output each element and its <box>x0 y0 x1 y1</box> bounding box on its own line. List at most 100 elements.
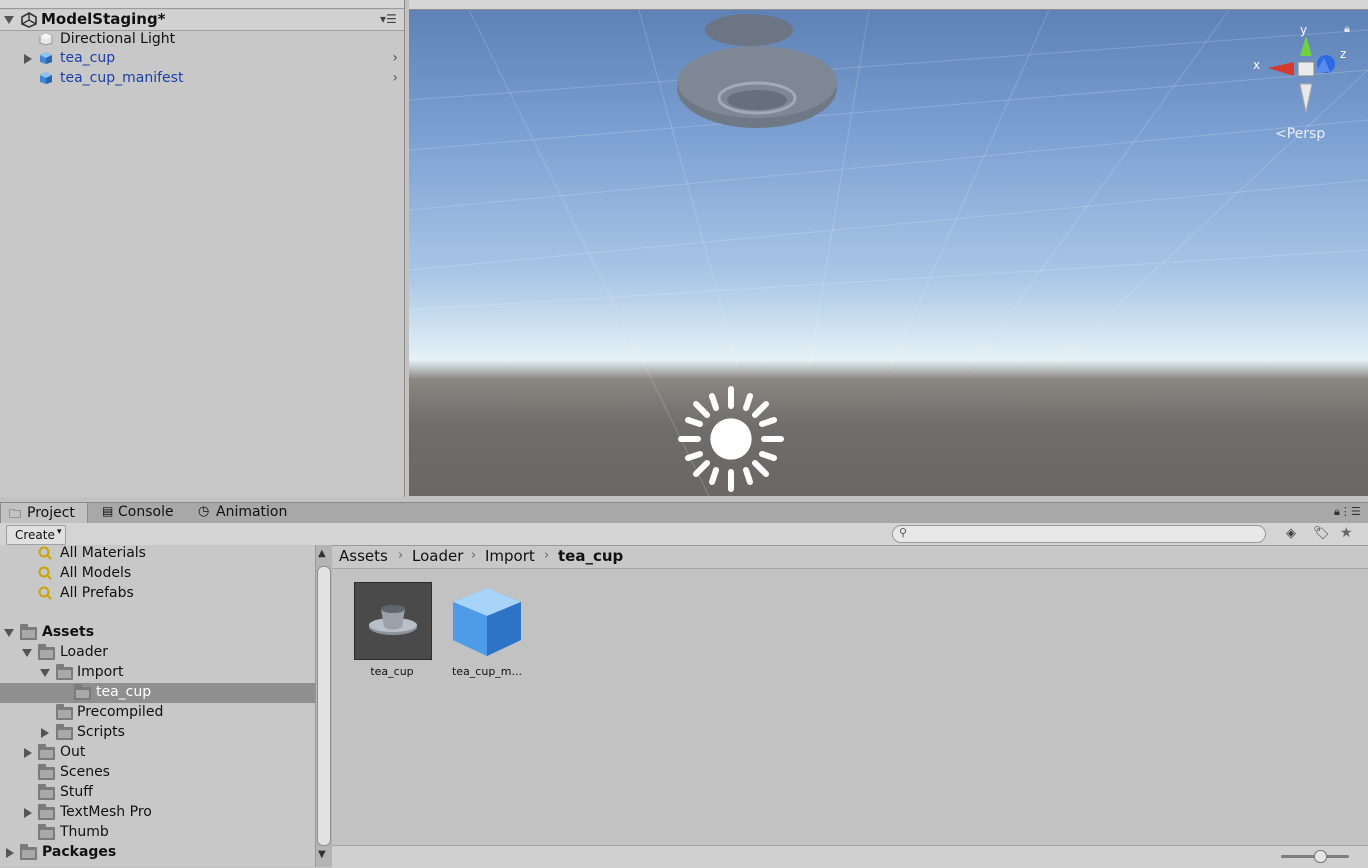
project-bottom-bar <box>332 845 1368 868</box>
tree-item-thumb[interactable]: Thumb <box>0 823 315 843</box>
favorite-all-models[interactable]: All Models <box>0 564 315 584</box>
tree-item-label: Scripts <box>77 724 125 740</box>
folder-icon <box>56 664 73 680</box>
tree-item-scripts[interactable]: Scripts <box>0 723 315 743</box>
prefab-asset-icon <box>453 588 521 656</box>
tree-item-packages[interactable]: Packages <box>0 843 315 863</box>
hierarchy-item-tea-cup-manifest[interactable]: tea_cup_manifest › <box>0 69 404 89</box>
prefab-cube-icon <box>40 52 52 64</box>
tree-item-stuff[interactable]: Stuff <box>0 783 315 803</box>
tab-label: Console <box>118 504 174 520</box>
scene-name: ModelStaging* <box>41 10 166 28</box>
scene-grid <box>409 10 1368 496</box>
tab-label: Animation <box>216 504 288 520</box>
gizmo-y-label: y <box>1300 23 1308 37</box>
search-icon: ⚲ <box>899 526 908 539</box>
folder-icon <box>38 824 55 840</box>
tree-item-precompiled[interactable]: Precompiled <box>0 703 315 723</box>
filter-by-label-icon[interactable]: 🏷︎ <box>1313 526 1330 541</box>
breadcrumb-import[interactable]: Import <box>485 547 535 565</box>
favorite-all-prefabs[interactable]: All Prefabs <box>0 584 315 604</box>
teacup-asset-icon <box>369 605 417 635</box>
breadcrumb-separator-icon: › <box>471 548 477 563</box>
tree-item-tea-cup[interactable]: tea_cup <box>0 683 315 703</box>
breadcrumb-separator-icon: › <box>398 548 404 563</box>
favorite-label: All Models <box>60 565 132 581</box>
chevron-right-icon[interactable]: › <box>392 70 398 86</box>
gizmo-x-label: x <box>1253 58 1261 72</box>
folder-icon <box>56 704 73 720</box>
tree-item-import[interactable]: Import <box>0 663 315 683</box>
expand-arrow-icon[interactable] <box>6 848 14 858</box>
tree-item-label: Precompiled <box>77 704 164 720</box>
folder-icon <box>20 624 37 640</box>
asset-tea-cup-manifest-thumbnail[interactable] <box>449 584 525 660</box>
tab-project[interactable]: 🗀︎ Project <box>0 502 88 524</box>
icon-size-slider-handle[interactable] <box>1314 850 1327 863</box>
breadcrumb-assets[interactable]: Assets <box>339 547 388 565</box>
expand-arrow-icon[interactable] <box>41 728 49 738</box>
tree-item-textmesh-pro[interactable]: TextMesh Pro <box>0 803 315 823</box>
hierarchy-item-tea-cup[interactable]: tea_cup › <box>0 49 404 69</box>
projection-label[interactable]: <Persp <box>1275 126 1325 142</box>
breadcrumb-tea-cup[interactable]: tea_cup <box>558 547 623 565</box>
tree-item-scenes[interactable]: Scenes <box>0 763 315 783</box>
expand-arrow-icon[interactable] <box>24 808 32 818</box>
folder-icon <box>38 764 55 780</box>
directional-light-icon[interactable] <box>676 384 786 494</box>
tree-item-out[interactable]: Out <box>0 743 315 763</box>
favorite-label: All Materials <box>60 545 146 561</box>
favorites-star-icon[interactable]: ★ <box>1340 525 1353 541</box>
scrollbar-thumb[interactable] <box>317 566 331 846</box>
expand-arrow-icon[interactable] <box>40 669 50 677</box>
teacup-model <box>677 14 837 128</box>
tab-console[interactable]: ▤ Console <box>98 502 188 523</box>
clock-tab-icon: ◷ <box>198 504 210 519</box>
scene-menu-icon[interactable]: ▾☰ <box>380 12 397 26</box>
create-button[interactable]: Create ▾ <box>6 525 66 545</box>
breadcrumb-separator-icon: › <box>544 548 550 563</box>
dropdown-arrow-icon: ▾ <box>57 527 62 537</box>
scroll-up-icon[interactable]: ▲ <box>318 548 326 559</box>
tree-item-loader[interactable]: Loader <box>0 643 315 663</box>
expand-arrow-icon[interactable] <box>22 649 32 657</box>
console-tab-icon: ▤ <box>102 504 114 518</box>
project-tree: All Materials All Models All Prefabs Ass… <box>0 545 316 867</box>
panel-lock-menu-icon[interactable]: 🔒︎⋮☰ <box>1334 505 1361 519</box>
hierarchy-item-label: Directional Light <box>60 31 176 47</box>
expand-arrow-icon[interactable] <box>4 629 14 637</box>
gizmo-z-label: z <box>1340 47 1347 61</box>
gameobject-cube-icon <box>39 32 53 46</box>
scene-viewport[interactable] <box>409 10 1368 496</box>
search-filter-icon <box>38 586 52 600</box>
breadcrumb-loader[interactable]: Loader <box>412 547 463 565</box>
tree-item-label: Packages <box>42 844 117 860</box>
tree-item-label: Stuff <box>60 784 93 800</box>
lock-icon[interactable]: 🔒︎ <box>1344 22 1350 36</box>
expand-arrow-icon[interactable] <box>24 748 32 758</box>
orientation-gizmo[interactable] <box>1258 24 1358 114</box>
tree-item-label: TextMesh Pro <box>60 804 152 820</box>
folder-icon <box>56 724 73 740</box>
chevron-right-icon[interactable]: › <box>392 50 398 66</box>
hierarchy-item-label: tea_cup <box>60 50 116 66</box>
filter-by-type-icon[interactable]: ◈ <box>1286 526 1296 541</box>
favorite-all-materials[interactable]: All Materials <box>0 545 315 564</box>
tree-item-label: Thumb <box>60 824 109 840</box>
folder-icon <box>38 784 55 800</box>
search-filter-icon <box>38 546 52 560</box>
expand-arrow-icon[interactable] <box>24 54 32 64</box>
asset-tea-cup-thumbnail[interactable] <box>354 582 432 660</box>
favorite-label: All Prefabs <box>60 585 134 601</box>
hierarchy-item-label: tea_cup_manifest <box>60 70 184 86</box>
hierarchy-item-directional-light[interactable]: Directional Light <box>0 30 404 50</box>
tab-animation[interactable]: ◷ Animation <box>196 502 296 523</box>
scene-expand-icon[interactable] <box>4 16 14 24</box>
unity-scene-icon <box>21 12 37 28</box>
folder-icon <box>38 644 55 660</box>
scroll-down-icon[interactable]: ▼ <box>318 849 326 860</box>
projection-text: Persp <box>1286 126 1326 142</box>
project-search-input[interactable]: ⚲ <box>892 525 1266 543</box>
folder-icon <box>74 684 91 700</box>
tree-item-assets[interactable]: Assets <box>0 623 315 643</box>
